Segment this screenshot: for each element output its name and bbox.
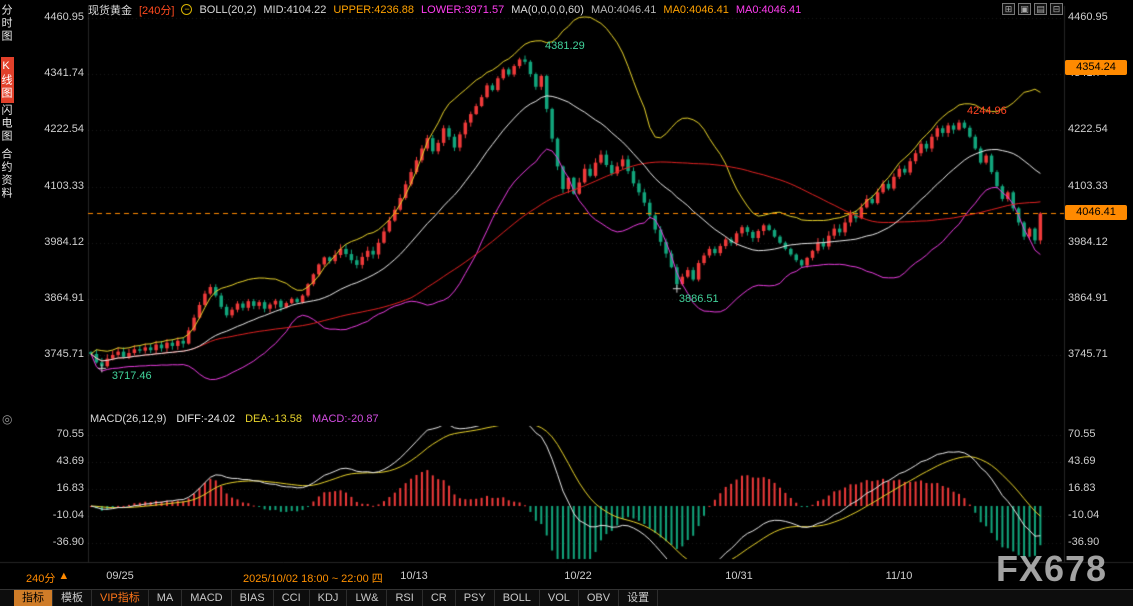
grid-layout-icon[interactable]: ⊞ [1002,3,1015,15]
price-axis-label-left: 4460.95 [36,11,84,23]
tab-bias[interactable]: BIAS [232,590,274,606]
macd-axis-label-left: -36.90 [36,536,84,548]
panel-list-icon[interactable]: ▤ [1034,3,1047,15]
price-axis-label-left: 4341.74 [36,67,84,79]
price-axis-label-left: 3984.12 [36,236,84,248]
price-axis-label-right: 3984.12 [1068,236,1130,248]
price-badge-current: 4046.41 [1065,205,1127,220]
tab-indicators[interactable]: 指标 [14,590,53,606]
macd-diff-value: DIFF:-24.02 [176,413,235,425]
macd-axis-label-left: 16.83 [36,482,84,494]
tab-macd[interactable]: MACD [182,590,231,606]
sidebar-item-contract-info[interactable]: 合约资料 [1,148,14,200]
app-root: 现货黄金 [240分] − BOLL(20,2) MID:4104.22 UPP… [0,0,1133,606]
price-axis-label-right: 4222.54 [1068,123,1130,135]
price-axis-label-right: 4103.33 [1068,180,1130,192]
price-axis-label-right: 3864.91 [1068,292,1130,304]
sidebar-item-lightning-chart[interactable]: 闪电图 [1,104,14,143]
tab-lwr[interactable]: LW& [347,590,387,606]
price-annotation-high1: 4381.29 [545,40,585,52]
price-axis-label-left: 4103.33 [36,180,84,192]
x-axis-tick: 10/22 [564,570,592,582]
macd-legend: MACD(26,12,9) DIFF:-24.02 DEA:-13.58 MAC… [90,413,379,425]
x-axis-tick: 09/25 [106,570,134,582]
indicator-circle-icon[interactable]: ◎ [2,412,12,426]
timeframe-selector[interactable]: 240分 ▲ [26,570,69,586]
price-badge-high: 4354.24 [1065,60,1127,75]
price-axis-label-right: 4460.95 [1068,11,1130,23]
boll-mid-value: MID:4104.22 [263,4,326,16]
session-info-label: 2025/10/02 18:00 ~ 22:00 四 [243,570,383,586]
indicator-toolbar: 指标 模板 VIP指标 MA MACD BIAS CCI KDJ LW& RSI… [0,589,1133,606]
tab-kdj[interactable]: KDJ [310,590,348,606]
price-axis-label-right: 3745.71 [1068,348,1130,360]
tab-settings[interactable]: 设置 [619,590,658,606]
tab-cci[interactable]: CCI [274,590,310,606]
tab-psy[interactable]: PSY [456,590,495,606]
triangle-up-icon: ▲ [58,570,69,586]
tab-ma[interactable]: MA [149,590,183,606]
single-window-icon[interactable]: ▣ [1018,3,1031,15]
x-axis-tick: 10/13 [400,570,428,582]
sidebar-item-time-chart[interactable]: 分时图 [1,4,14,43]
x-axis-tick: 10/31 [725,570,753,582]
macd-axis-label-right: 16.83 [1068,482,1130,494]
macd-axis-label-right: 43.69 [1068,455,1130,467]
tab-obv[interactable]: OBV [579,590,619,606]
ma0-value-1: MA0:4046.41 [591,4,656,16]
x-axis-tick: 11/10 [886,570,913,582]
boll-legend-label: BOLL(20,2) [199,4,256,16]
price-axis-label-left: 3745.71 [36,348,84,360]
tab-boll[interactable]: BOLL [495,590,540,606]
minus-circle-icon[interactable]: − [181,4,192,15]
sidebar-item-kline-chart[interactable]: K线图 [1,57,14,103]
timeframe-selector-label: 240分 [26,570,55,586]
tab-vol[interactable]: VOL [540,590,579,606]
price-annotation-low1: 3717.46 [112,370,152,382]
tab-vip-indicators[interactable]: VIP指标 [92,590,149,606]
chart-canvas[interactable] [0,0,1133,606]
macd-axis-label-right: -36.90 [1068,536,1130,548]
window-controls: ⊞ ▣ ▤ ⊟ [1002,3,1063,15]
tab-rsi[interactable]: RSI [387,590,422,606]
boll-upper-value: UPPER:4236.88 [333,4,414,16]
macd-params-label: MACD(26,12,9) [90,413,166,425]
macd-axis-label-right: 70.55 [1068,428,1130,440]
macd-macd-value: MACD:-20.87 [312,413,379,425]
price-axis-label-left: 4222.54 [36,123,84,135]
price-axis-label-left: 3864.91 [36,292,84,304]
macd-axis-label-right: -10.04 [1068,509,1130,521]
boll-lower-value: LOWER:3971.57 [421,4,504,16]
price-annotation-low2: 3886.51 [679,293,719,305]
macd-axis-label-left: 70.55 [36,428,84,440]
macd-axis-label-left: -10.04 [36,509,84,521]
ma0-value-3: MA0:4046.41 [736,4,801,16]
ma0-value-2: MA0:4046.41 [663,4,728,16]
macd-dea-value: DEA:-13.58 [245,413,302,425]
symbol-name: 现货黄金 [88,2,132,18]
price-annotation-high2: 4244.96 [967,105,1007,117]
ma-legend-label: MA(0,0,0,0,60) [511,4,584,16]
watermark-logo: FX678 [996,548,1107,590]
chart-header: 现货黄金 [240分] − BOLL(20,2) MID:4104.22 UPP… [88,2,801,17]
tab-templates[interactable]: 模板 [53,590,92,606]
minimize-icon[interactable]: ⊟ [1050,3,1063,15]
tab-cr[interactable]: CR [423,590,456,606]
macd-axis-label-left: 43.69 [36,455,84,467]
timeframe-label: [240分] [139,2,174,18]
